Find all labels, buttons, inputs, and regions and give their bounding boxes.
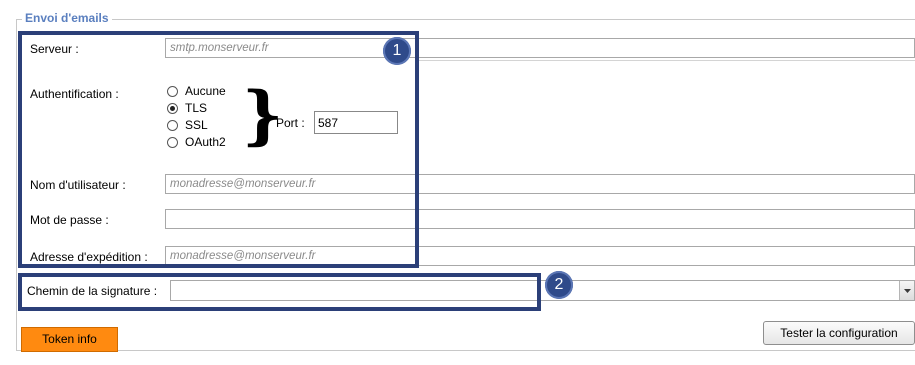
badge-1: 1: [383, 37, 411, 65]
group-title: Envoi d'emails: [22, 11, 112, 25]
signature-dropdown-button[interactable]: [899, 281, 914, 300]
separator-line: [418, 60, 915, 61]
badge-2: 2: [545, 271, 573, 299]
chevron-down-icon: [904, 289, 911, 293]
token-info-button[interactable]: Token info: [21, 327, 118, 352]
highlight-box-1: [18, 31, 419, 268]
test-configuration-button[interactable]: Tester la configuration: [763, 321, 915, 345]
highlight-box-2: [18, 273, 541, 311]
